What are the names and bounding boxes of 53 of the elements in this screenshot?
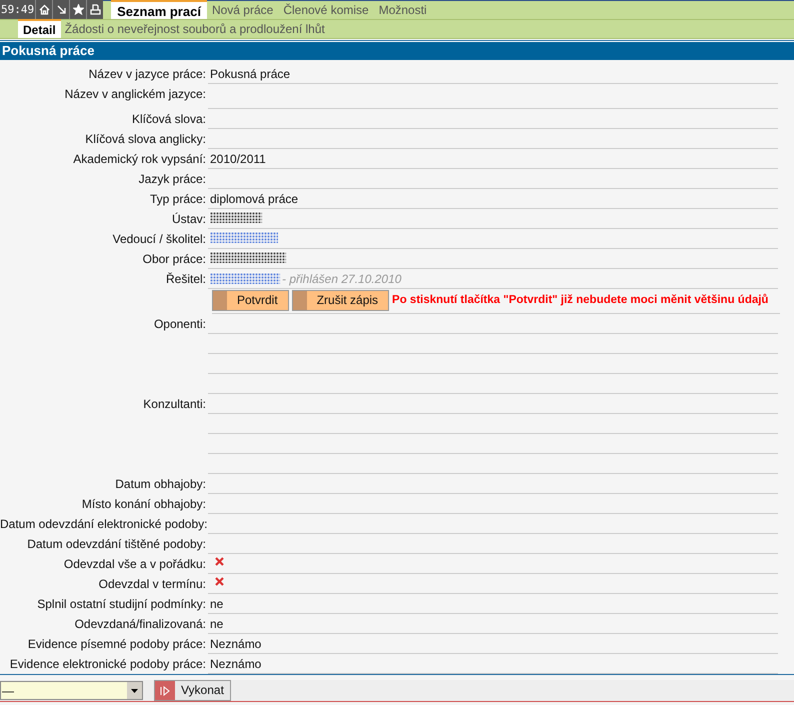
nav-tab[interactable]: Nová práce (206, 0, 278, 20)
action-select[interactable]: — (0, 681, 143, 700)
field-value: diplomová práce (210, 192, 298, 206)
section-title: Pokusná práce (0, 42, 794, 60)
printer-icon[interactable] (86, 0, 104, 20)
nav-tab[interactable]: Seznam prací (111, 0, 207, 20)
action-button[interactable]: Zrušit zápis (292, 290, 390, 312)
nav-tab[interactable]: Členové komise (278, 0, 374, 20)
sub-tab[interactable]: Detail (18, 19, 61, 38)
execute-button[interactable]: Vykonat (154, 680, 231, 702)
field-label: Odevzdal v termínu: (98, 576, 207, 593)
field-label: Místo konání obhajoby: (80, 496, 207, 513)
field-label: Odevzdaná/finalizovaná: (74, 616, 207, 633)
field-label: Typ práce: (148, 190, 207, 208)
field-value: Neznámo (210, 656, 262, 671)
field-label: Akademický rok vypsání: (72, 150, 207, 168)
field-label: Oponenti: (152, 316, 207, 333)
field-label: Evidence písemné podoby práce: (26, 636, 207, 653)
session-clock: 59:49 (0, 0, 36, 20)
field-label: Evidence elektronické podoby práce: (8, 656, 207, 673)
redacted-text-block (210, 212, 262, 223)
login-note: - přihlášen 27.10.2010 (282, 272, 402, 286)
cross-icon (215, 556, 224, 566)
field-value: ne (210, 616, 224, 631)
field-value: 2010/2011 (210, 152, 266, 166)
action-button[interactable]: Potvrdit (212, 290, 289, 312)
home-icon[interactable] (35, 0, 52, 20)
field-label: Datum odevzdání elektronické podoby: (0, 516, 208, 533)
field-label: Jazyk práce: (138, 170, 207, 188)
field-value: Pokusná práce (210, 66, 290, 81)
field-label: Název v anglickém jazyce: (64, 86, 207, 103)
cross-icon (215, 576, 224, 586)
play-icon (160, 686, 170, 696)
field-label: Datum odevzdání tištěné podoby: (26, 536, 207, 553)
field-label: Konzultanti: (142, 396, 207, 413)
warning-message: Po stisknutí tlačítka "Potvrdit" již nebudete moci měnit většinu údajů (392, 292, 768, 308)
arrow-down-right-icon[interactable] (52, 0, 70, 20)
field-label: Klíčová slova anglicky: (84, 130, 207, 148)
field-value: ne (210, 596, 224, 611)
field-value: Neznámo (210, 636, 262, 651)
field-label: Klíčová slova: (130, 110, 207, 128)
field-label: Splnil ostatní studijní podmínky: (36, 596, 207, 613)
field-label: Ústav: (170, 210, 207, 228)
nav-tab[interactable]: Možnosti (374, 0, 432, 20)
field-label: Datum obhajoby: (114, 476, 207, 493)
field-label: Řešitel: (164, 270, 207, 288)
redacted-text-block (210, 232, 278, 243)
redacted-text-block (210, 273, 280, 284)
field-label: Odevzdal vše a v pořádku: (62, 556, 207, 573)
sub-tab[interactable]: Žádosti o neveřejnost souborů a prodloužení lhůt (60, 19, 329, 38)
field-label: Obor práce: (142, 250, 207, 268)
field-label: Vedoucí / školitel: (112, 230, 207, 248)
field-label: Název v jazyce práce: (88, 66, 207, 83)
